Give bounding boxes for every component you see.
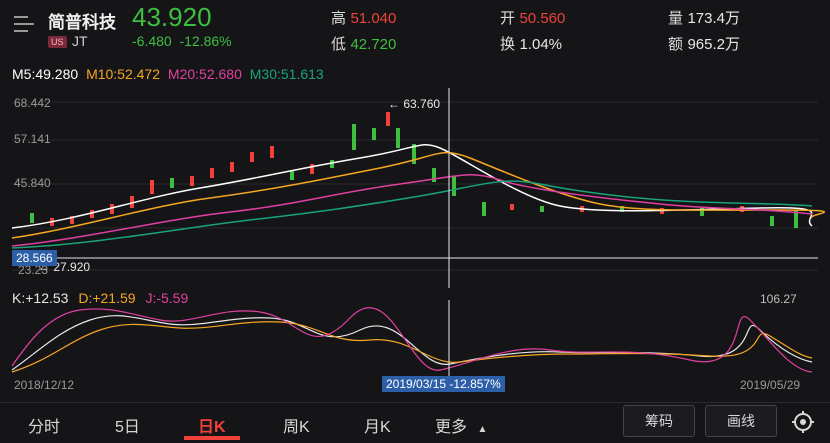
quote-header: 简普科技 US JT 43.920 -6.480 -12.86% 高 51.04… (0, 0, 830, 62)
candle (452, 176, 456, 196)
turnover-label: 换 (500, 36, 516, 53)
candle (770, 216, 774, 226)
crosshair-price-label: 28.566 (12, 250, 57, 266)
candle (150, 180, 154, 194)
candle (510, 204, 514, 210)
high-value: 51.040 (350, 10, 397, 27)
turnover-stat: 换 1.04% (500, 33, 562, 54)
max-price-label: ← 63.760 (388, 97, 441, 111)
amount-value: 965.2万 (687, 36, 741, 53)
draw-line-button[interactable]: 画线 (705, 405, 777, 437)
kdj-d-line (11, 321, 813, 373)
date-start: 2018/12/12 (14, 378, 75, 392)
candle (190, 176, 194, 186)
kdj-chart[interactable] (0, 300, 830, 376)
low-stat: 低 42.720 (331, 33, 396, 54)
menu-icon[interactable] (14, 16, 34, 34)
amount-stat: 额 965.2万 (668, 33, 740, 54)
high-label: 高 (331, 10, 347, 27)
ma5-value: M5:49.280 (12, 66, 79, 82)
open-stat: 开 50.560 (500, 7, 565, 28)
candlestick-chart[interactable] (0, 88, 830, 288)
tab-monthly-k[interactable]: 月K (364, 413, 391, 437)
candle (310, 164, 314, 174)
low-value: 42.720 (350, 36, 397, 53)
candle (396, 128, 400, 148)
tab-more[interactable]: 更多 ▲ (435, 413, 487, 437)
tab-5day[interactable]: 5日 (115, 413, 140, 437)
active-tab-indicator (184, 436, 240, 440)
ticker-symbol: JT (72, 33, 88, 49)
ma10-value: M10:52.472 (86, 66, 161, 82)
date-end: 2019/05/29 (740, 378, 801, 392)
ma30-line (11, 180, 813, 249)
open-label: 开 (500, 10, 516, 27)
tab-more-label: 更多 (435, 419, 468, 436)
market-badge: US (48, 36, 67, 48)
moving-average-legend: M5:49.280 M10:52.472 M20:52.680 M30:51.6… (12, 66, 328, 82)
chip-distribution-button[interactable]: 筹码 (623, 405, 695, 437)
candle (230, 162, 234, 172)
grid-lines (12, 101, 818, 271)
low-label: 低 (331, 36, 347, 53)
volume-stat: 量 173.4万 (668, 7, 740, 28)
min-price-value: 27.920 (53, 260, 91, 274)
y-axis-top: 68.442 (14, 96, 51, 110)
high-stat: 高 51.040 (331, 7, 396, 28)
y-axis-low: 45.840 (14, 176, 51, 190)
amount-label: 额 (668, 36, 684, 53)
candle (540, 206, 544, 212)
max-price-value: 63.760 (403, 97, 441, 111)
ma10-line (11, 151, 825, 239)
tab-timeshare[interactable]: 分时 (28, 413, 60, 437)
change-value: -6.480 (132, 33, 172, 49)
price-change: -6.480 -12.86% (132, 33, 232, 49)
candle (352, 124, 356, 150)
candle (30, 213, 34, 223)
candle (210, 168, 214, 178)
candle (386, 112, 390, 126)
open-value: 50.560 (519, 10, 566, 27)
crosshair-date-label: 2019/03/15 -12.857% (382, 376, 505, 392)
tab-weekly-k[interactable]: 周K (283, 413, 310, 437)
settings-icon[interactable] (790, 409, 816, 435)
tab-daily-k[interactable]: 日K (198, 413, 226, 437)
change-percent: -12.86% (179, 33, 232, 49)
candle (330, 160, 334, 168)
caret-up-icon: ▲ (477, 424, 488, 435)
y-axis-mid: 57.141 (14, 132, 51, 146)
candle (372, 128, 376, 140)
candle (270, 146, 274, 158)
last-price: 43.920 (132, 2, 212, 32)
candle (482, 202, 486, 216)
volume-label: 量 (668, 10, 684, 27)
ma30-value: M30:51.613 (249, 66, 324, 82)
volume-value: 173.4万 (687, 10, 741, 27)
turnover-value: 1.04% (519, 36, 563, 53)
stock-name: 简普科技 (48, 13, 116, 32)
ma20-value: M20:52.680 (167, 66, 242, 82)
candle (250, 152, 254, 162)
candle (170, 178, 174, 188)
